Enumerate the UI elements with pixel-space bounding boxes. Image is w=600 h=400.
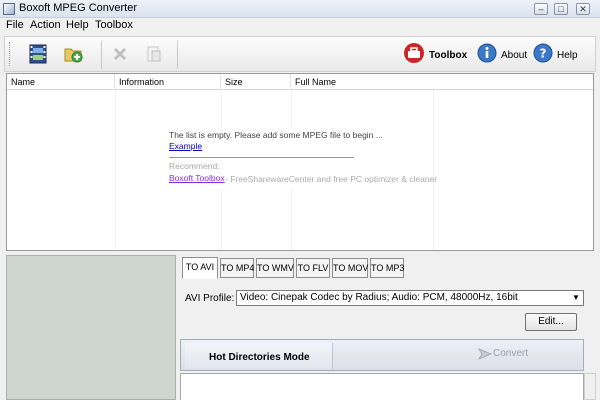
empty-list-message: The list is empty. Please add some MPEG … bbox=[169, 130, 383, 140]
divider bbox=[169, 157, 354, 158]
hot-directories-label: Hot Directories Mode bbox=[209, 352, 310, 363]
toolbox-button[interactable]: Toolbox bbox=[403, 43, 468, 67]
tab-to-mp4[interactable]: TO MP4 bbox=[220, 258, 254, 278]
toolbar-separator bbox=[177, 41, 178, 69]
film-strip-icon bbox=[29, 44, 47, 64]
column-header-size[interactable]: Size bbox=[221, 74, 291, 90]
hot-directories-mode-button[interactable]: Hot Directories Mode bbox=[185, 343, 333, 369]
convert-arrow-icon bbox=[477, 347, 493, 361]
format-tabs: TO AVI TO MP4 TO WMV TO FLV TO MOV TO MP… bbox=[180, 255, 596, 281]
menu-action[interactable]: Action bbox=[30, 19, 61, 31]
help-label: Help bbox=[557, 50, 578, 61]
recommend-label: Recommend: bbox=[169, 161, 220, 171]
about-button[interactable]: About bbox=[477, 43, 528, 67]
info-icon bbox=[477, 43, 497, 63]
hot-directories-bar: Hot Directories Mode Convert bbox=[180, 339, 584, 371]
toolbar: Toolbox About ? Help bbox=[4, 36, 596, 72]
remove-button[interactable] bbox=[109, 43, 131, 65]
example-link[interactable]: Example bbox=[169, 141, 202, 151]
file-list[interactable]: Name Information Size Full Name The list… bbox=[6, 73, 594, 251]
toolbox-icon bbox=[404, 43, 424, 63]
tab-to-avi[interactable]: TO AVI bbox=[182, 257, 218, 279]
boxoft-toolbox-link[interactable]: Boxoft Toolbox bbox=[169, 173, 225, 183]
empty-list-notice: The list is empty. Please add some MPEG … bbox=[169, 128, 437, 190]
clear-button[interactable] bbox=[143, 43, 165, 65]
title-bar: Boxoft MPEG Converter – □ ✕ bbox=[0, 0, 600, 18]
menu-toolbox[interactable]: Toolbox bbox=[95, 19, 133, 31]
vertical-scrollbar[interactable] bbox=[584, 373, 596, 400]
maximize-button[interactable]: □ bbox=[554, 3, 568, 15]
tab-to-flv[interactable]: TO FLV bbox=[296, 258, 330, 278]
menu-bar: File Action Help Toolbox bbox=[0, 18, 600, 33]
toolbox-description: - FreeSharewareCenter and free PC optimi… bbox=[225, 174, 438, 184]
profile-label: AVI Profile: bbox=[185, 293, 235, 304]
edit-profile-button[interactable]: Edit... bbox=[525, 313, 577, 331]
folder-add-icon bbox=[64, 48, 83, 63]
column-header-information[interactable]: Information bbox=[115, 74, 221, 90]
menu-file[interactable]: File bbox=[6, 19, 24, 31]
column-header-name[interactable]: Name bbox=[7, 74, 115, 90]
help-icon: ? bbox=[533, 43, 553, 63]
column-header-full-name[interactable]: Full Name bbox=[291, 74, 593, 90]
help-button[interactable]: ? Help bbox=[533, 43, 583, 67]
hot-directories-list[interactable] bbox=[180, 373, 584, 400]
convert-button[interactable]: Convert bbox=[493, 348, 528, 359]
profile-value: Video: Cinepak Codec by Radius; Audio: P… bbox=[240, 292, 518, 303]
tab-to-mov[interactable]: TO MOV bbox=[332, 258, 368, 278]
tab-to-mp3[interactable]: TO MP3 bbox=[370, 258, 404, 278]
list-header: Name Information Size Full Name bbox=[7, 74, 593, 90]
menu-help[interactable]: Help bbox=[66, 19, 89, 31]
toolbox-label: Toolbox bbox=[429, 50, 468, 61]
add-folder-button[interactable] bbox=[62, 43, 84, 65]
minimize-button[interactable]: – bbox=[534, 3, 548, 15]
app-icon bbox=[3, 3, 15, 15]
about-label: About bbox=[501, 50, 528, 61]
column-gridline bbox=[433, 90, 434, 250]
toolbar-grip[interactable] bbox=[9, 42, 12, 66]
add-files-button[interactable] bbox=[27, 43, 49, 65]
tab-to-wmv[interactable]: TO WMV bbox=[256, 258, 294, 278]
preview-panel bbox=[6, 255, 176, 400]
profile-select[interactable]: Video: Cinepak Codec by Radius; Audio: P… bbox=[236, 290, 584, 306]
column-gridline bbox=[115, 90, 116, 250]
clear-list-icon bbox=[147, 46, 161, 62]
delete-icon bbox=[113, 47, 127, 61]
close-button[interactable]: ✕ bbox=[576, 3, 590, 15]
toolbar-separator bbox=[101, 41, 102, 69]
window-title: Boxoft MPEG Converter bbox=[19, 2, 137, 14]
chevron-down-icon[interactable]: ▼ bbox=[569, 291, 583, 305]
svg-text:?: ? bbox=[540, 47, 547, 61]
